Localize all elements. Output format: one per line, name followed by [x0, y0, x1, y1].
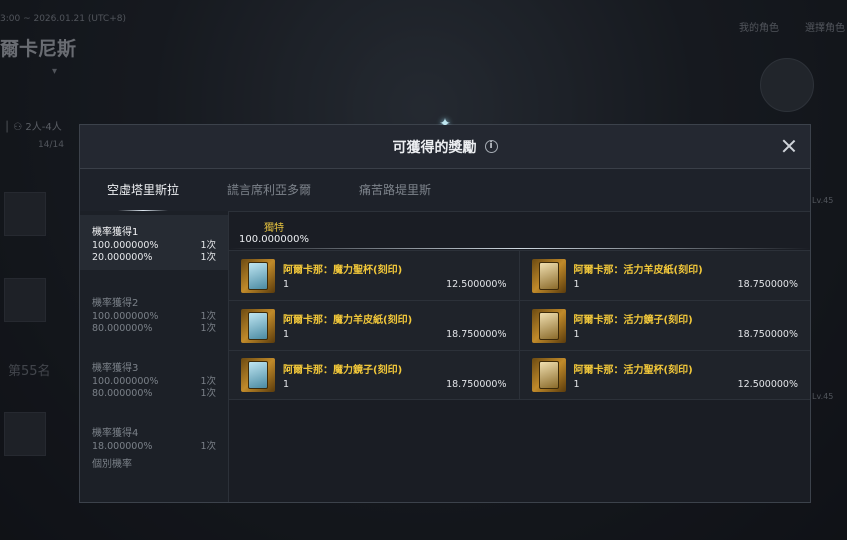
group-times: 1次 — [200, 376, 216, 387]
reward-qty: 1 — [283, 329, 290, 340]
reward-percent: 12.500000% — [446, 279, 507, 290]
group-percent: 20.000000% — [92, 252, 153, 263]
rarity-percent: 100.000000% — [239, 234, 309, 245]
reward-item[interactable]: 阿爾卡那：活力羊皮紙(刻印) 1 18.750000% — [519, 250, 810, 300]
card-icon — [531, 258, 566, 293]
group-title: 機率獲得4 — [92, 428, 139, 439]
group-times: 1次 — [200, 388, 216, 399]
group-title: 機率獲得2 — [92, 298, 139, 309]
tab-ditris[interactable]: 痛苦路堤里斯 — [332, 169, 458, 211]
rewards-modal: ✦ 可獲得的獎勵 i 空虛塔里斯拉 謊言席利亞多爾 痛苦路堤里斯 機率獲得1 1… — [79, 116, 811, 503]
group-percent: 100.000000% — [92, 311, 159, 322]
reward-name: 阿爾卡那：活力鏡子(刻印) — [573, 315, 693, 326]
reward-percent: 18.750000% — [737, 279, 798, 290]
reward-item[interactable]: 阿爾卡那：魔力鏡子(刻印) 1 18.750000% — [229, 350, 520, 400]
reward-qty: 1 — [283, 279, 290, 290]
info-icon[interactable]: i — [484, 140, 498, 153]
group-times: 1次 — [200, 252, 216, 263]
card-icon — [531, 308, 566, 343]
reward-item[interactable]: 阿爾卡那：活力鏡子(刻印) 1 18.750000% — [519, 300, 810, 350]
probability-sidebar: 機率獲得1 100.000000% 1次 20.000000% 1次 機率獲得2 1… — [80, 211, 229, 502]
tab-siliador[interactable]: 謊言席利亞多爾 — [206, 169, 332, 211]
reward-list-panel: 獨特 100.000000% 阿爾卡那：魔力聖杯(刻印) 1 12.500000%… — [229, 211, 810, 502]
reward-name: 阿爾卡那：活力聖杯(刻印) — [573, 364, 693, 376]
rarity-label: 獨特 — [263, 223, 284, 234]
reward-name: 阿爾卡那：活力羊皮紙(刻印) — [573, 265, 703, 276]
reward-percent: 18.750000% — [446, 378, 507, 390]
group-percent: 18.000000% — [92, 441, 153, 452]
close-icon[interactable] — [780, 137, 798, 155]
card-icon — [531, 358, 566, 392]
group-percent: 80.000000% — [92, 323, 153, 334]
card-icon — [241, 358, 275, 392]
card-icon — [241, 258, 275, 293]
boss-tabs: 空虛塔里斯拉 謊言席利亞多爾 痛苦路堤里斯 — [80, 169, 810, 212]
reward-item[interactable]: 阿爾卡那：魔力羊皮紙(刻印) 1 18.750000% — [229, 300, 520, 350]
reward-percent: 18.750000% — [446, 329, 507, 340]
group-percent: 100.000000% — [92, 376, 159, 387]
group-times: 1次 — [200, 441, 216, 452]
reward-percent: 12.500000% — [737, 378, 798, 390]
probability-group-4[interactable]: 機率獲得4 18.000000% 1次 — [80, 414, 228, 453]
rarity-header[interactable]: 獨特 100.000000% — [239, 219, 309, 245]
group-title: 機率獲得3 — [92, 363, 139, 374]
group-percent: 80.000000% — [92, 388, 153, 399]
reward-item[interactable]: 阿爾卡那：活力聖杯(刻印) 1 12.500000% — [519, 350, 810, 400]
rarity-divider — [229, 248, 810, 249]
reward-name: 阿爾卡那：魔力聖杯(刻印) — [283, 265, 403, 276]
reward-name: 阿爾卡那：魔力羊皮紙(刻印) — [283, 315, 413, 326]
group-times: 1次 — [200, 323, 216, 334]
reward-name: 阿爾卡那：魔力鏡子(刻印) — [283, 364, 403, 376]
individual-probability-button[interactable]: 個別機率 — [92, 455, 132, 470]
modal-title: 可獲得的獎勵 — [392, 139, 477, 156]
reward-qty: 1 — [283, 378, 290, 390]
reward-qty: 1 — [573, 329, 580, 340]
group-title: 機率獲得1 — [92, 227, 139, 238]
modal-header: 可獲得的獎勵 i — [80, 125, 810, 169]
reward-qty: 1 — [573, 378, 580, 390]
group-times: 1次 — [200, 311, 216, 322]
reward-item[interactable]: 阿爾卡那：魔力聖杯(刻印) 1 12.500000% — [229, 250, 520, 300]
probability-group-3[interactable]: 機率獲得3 100.000000% 1次 80.000000% 1次 — [80, 349, 228, 400]
tab-talisla[interactable]: 空虛塔里斯拉 — [80, 169, 206, 212]
card-icon — [241, 308, 275, 343]
probability-group-2[interactable]: 機率獲得2 100.000000% 1次 80.000000% 1次 — [80, 284, 228, 335]
group-times: 1次 — [200, 240, 216, 251]
group-percent: 100.000000% — [92, 240, 159, 251]
probability-group-1[interactable]: 機率獲得1 100.000000% 1次 20.000000% 1次 — [80, 215, 228, 270]
reward-grid: 阿爾卡那：魔力聖杯(刻印) 1 12.500000% 阿爾卡那：活力羊皮紙(刻印)… — [229, 250, 810, 400]
reward-percent: 18.750000% — [737, 329, 798, 340]
reward-qty: 1 — [573, 279, 580, 290]
